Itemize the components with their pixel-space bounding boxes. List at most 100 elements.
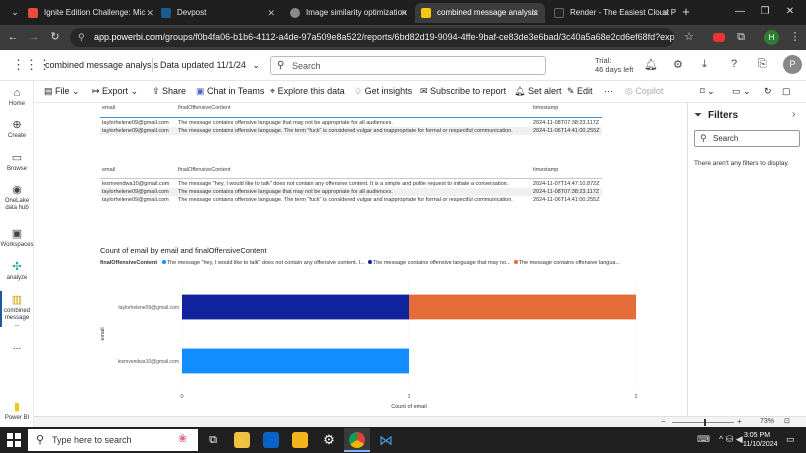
copilot-button[interactable]: ◎ Copilot (625, 85, 663, 98)
share-feedback-icon[interactable]: ⎘ (758, 58, 767, 71)
set-alert-button[interactable]: 🔔︎ Set alert (514, 85, 561, 98)
edit-button[interactable]: ✎ Edit (567, 85, 593, 98)
notifications-icon[interactable]: 🔔︎ (644, 58, 658, 71)
windows-start-icon[interactable] (7, 433, 21, 447)
taskbar-search-box[interactable]: ⚲ Type here to search ❀ (28, 429, 198, 451)
tab-search-icon[interactable]: ⌄ (5, 3, 25, 21)
tab-close-icon[interactable]: ✕ (146, 3, 154, 23)
filters-search-input[interactable]: ⚲ Search (694, 130, 800, 147)
help-icon[interactable]: ? (731, 58, 737, 70)
forward-icon[interactable]: → (27, 30, 41, 44)
file-menu-button[interactable]: ▤ File ⌄ (44, 85, 80, 98)
insights-label: Get insights (364, 86, 413, 96)
column-header[interactable]: finalOffensiveContent (178, 105, 231, 111)
zoom-slider-track[interactable] (672, 422, 734, 423)
column-header[interactable]: timestamp (533, 167, 558, 173)
task-view-icon[interactable]: ⧉ (205, 432, 221, 448)
browser-tab[interactable]: Render - The Easiest Cloud P ✕ (548, 3, 676, 23)
tab-close-icon[interactable]: ✕ (662, 3, 670, 23)
share-button[interactable]: ⇪ Share (152, 85, 186, 98)
nav-browse[interactable]: ▭ Browse (0, 152, 34, 173)
column-header[interactable]: finalOffensiveContent (178, 167, 231, 173)
nav-onelake[interactable]: ◉ OneLake data hub (0, 184, 34, 212)
file-explorer-icon[interactable] (234, 432, 250, 448)
browser-tab[interactable]: Ignite Edition Challenge: Mic ✕ (22, 3, 160, 23)
comment-icon[interactable]: ▢ (782, 85, 791, 98)
minimize-icon[interactable]: — (730, 3, 750, 21)
chat-in-teams-button[interactable]: ▣ Chat in Teams (196, 85, 264, 98)
keyboard-icon[interactable]: ⌨ (697, 434, 710, 445)
bookmark-star-icon[interactable]: ☆ (682, 30, 696, 44)
tab-close-icon[interactable]: ✕ (400, 3, 408, 23)
get-insights-button[interactable]: ♢ Get insights (354, 85, 412, 98)
table-row[interactable]: taylorhelene09@gmail.com The message con… (100, 196, 602, 204)
chrome-icon[interactable] (349, 432, 365, 448)
nav-workspaces[interactable]: ▣ Workspaces (0, 228, 34, 249)
legend-item[interactable]: The message contains offensive langua... (513, 260, 620, 266)
table-visual-2[interactable]: email finalOffensiveContent timestamp le… (100, 167, 604, 207)
table-row[interactable]: taylorhelene09@gmail.com The message con… (100, 119, 602, 127)
site-info-icon[interactable]: ⚲ (78, 28, 85, 47)
bar-chart-visual[interactable]: Count of email by email and finalOffensi… (100, 246, 640, 411)
nav-combined-message-report[interactable]: ▥ combined message ... (0, 294, 34, 329)
browser-tab[interactable]: Devpost ✕ (155, 3, 281, 23)
table-row[interactable]: lesmvendwa10@gmail.com The message "hey,… (100, 180, 602, 188)
pencil-icon: ✎ (567, 86, 578, 96)
table-visual-1[interactable]: email finalOffensiveContent timestamp ta… (100, 105, 604, 137)
outlook-icon[interactable] (263, 432, 279, 448)
nav-more-button[interactable]: ... (0, 342, 34, 352)
collapse-pane-icon[interactable]: › (792, 109, 795, 120)
back-icon[interactable]: ← (6, 30, 20, 44)
download-icon[interactable]: ⤓ (702, 58, 707, 71)
zoom-out-button[interactable]: − (661, 417, 666, 427)
profile-avatar[interactable]: H (764, 30, 779, 45)
legend-item[interactable]: The message "hey, I would like to talk" … (161, 260, 365, 266)
view-icon[interactable]: ▭ ⌄ (732, 85, 751, 98)
column-header[interactable]: email (102, 167, 115, 173)
reload-icon[interactable]: ↻ (48, 30, 62, 44)
tab-close-icon[interactable]: ✕ (531, 3, 539, 23)
refresh-icon[interactable]: ↻ (764, 85, 772, 98)
nav-analyze[interactable]: ✣ analyze (0, 261, 34, 282)
bookmark-icon[interactable]: ⌑ ⌄ (700, 85, 715, 98)
subscribe-button[interactable]: ✉ Subscribe to report (420, 85, 506, 98)
legend-item[interactable]: The message contains offensive language … (367, 260, 511, 266)
fit-to-page-icon[interactable]: ⊡ (784, 417, 790, 427)
browser-tab[interactable]: Image similarity optimization ✕ (284, 3, 414, 23)
table-row[interactable]: taylorhelene09@gmail.com The message con… (100, 127, 602, 135)
browser-menu-icon[interactable]: ⋮ (788, 30, 802, 44)
settings-gear-icon[interactable]: ⚙ (321, 432, 337, 448)
nav-label: Browse (6, 166, 27, 172)
vscode-icon[interactable]: ⋈ (378, 432, 394, 448)
browser-tab-active[interactable]: combined message analysis ✕ (415, 3, 545, 23)
explore-data-button[interactable]: ⌖ Explore this data (270, 85, 345, 98)
search-box[interactable]: ⚲ Search (270, 56, 546, 75)
notification-center-icon[interactable]: ▭ (786, 434, 795, 445)
extensions-icon[interactable]: ⧉ (734, 30, 748, 44)
chart-legend[interactable]: finalOffensiveContent The message "hey, … (100, 260, 620, 266)
close-window-icon[interactable]: ✕ (780, 3, 800, 21)
export-menu-button[interactable]: ↦ Export ⌄ (92, 85, 138, 98)
table-row[interactable]: taylorhelene09@gmail.com The message con… (100, 188, 602, 196)
nav-create[interactable]: ⊕ Create (0, 119, 34, 140)
data-updated-dropdown[interactable]: Data updated 11/1/24 ⌄ (160, 60, 260, 71)
settings-gear-icon[interactable]: ⚙ (673, 58, 683, 71)
url-field[interactable]: ⚲ app.powerbi.com/groups/f0b4fa06-b1b6-4… (70, 28, 674, 47)
system-tray-icons[interactable]: ^ ⛁ ◀︎ (719, 434, 743, 445)
nav-home[interactable]: ⌂ Home (0, 87, 34, 108)
zoom-in-button[interactable]: + (737, 417, 742, 427)
taskbar-clock[interactable]: 3:05 PM 11/10/2024 (743, 431, 778, 449)
more-options-button[interactable]: ··· (604, 85, 613, 98)
folder-icon: ▭ (11, 152, 23, 164)
tab-close-icon[interactable]: ✕ (267, 3, 275, 23)
new-tab-button[interactable]: + (676, 3, 696, 21)
restore-icon[interactable]: ❐ (755, 3, 775, 21)
zoom-slider-thumb[interactable] (704, 419, 706, 426)
nav-label: Create (7, 133, 26, 139)
legend-marker (367, 260, 372, 264)
store-icon[interactable] (292, 432, 308, 448)
extension-badge-icon[interactable] (713, 33, 725, 42)
column-header[interactable]: email (102, 105, 115, 111)
user-avatar[interactable]: P (783, 55, 802, 74)
column-header[interactable]: timestamp (533, 105, 558, 111)
